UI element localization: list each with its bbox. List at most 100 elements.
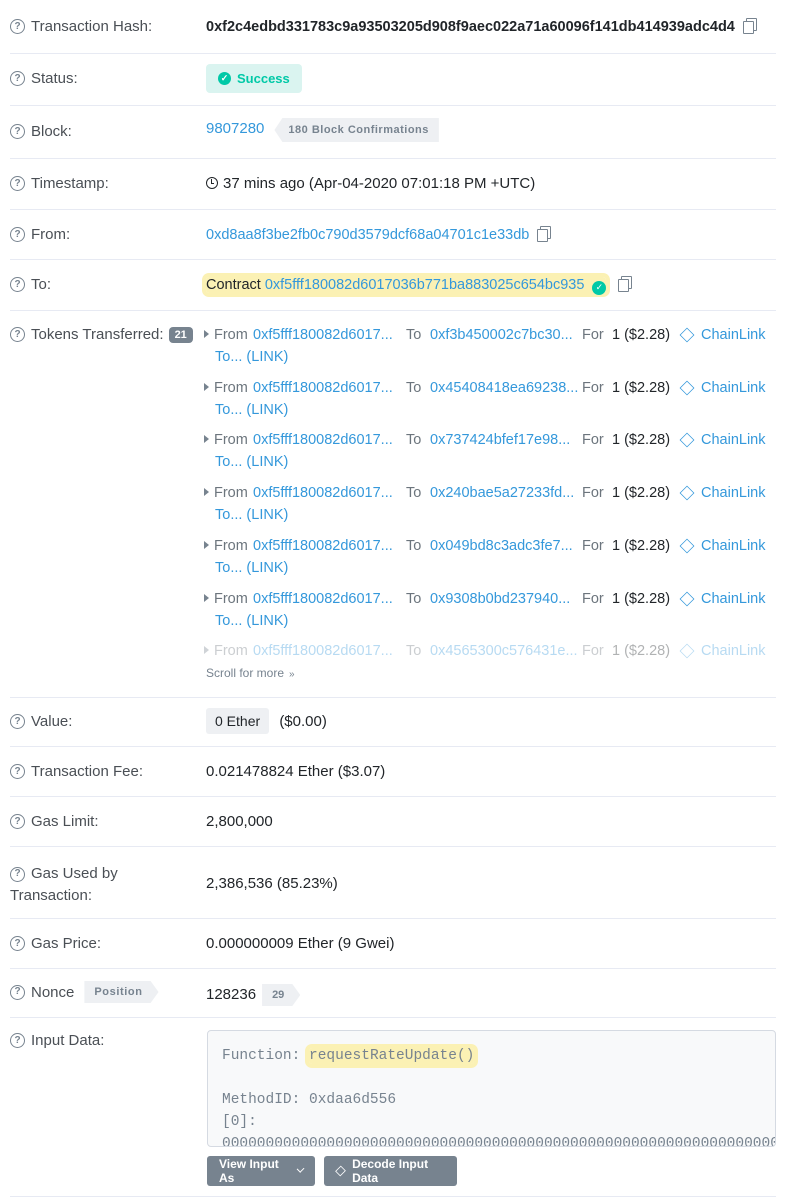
caret-right-icon[interactable]	[204, 541, 209, 549]
verified-check-icon: ✓	[592, 280, 607, 295]
input-data-textarea[interactable]: Function: requestRateUpdate() MethodID: …	[207, 1030, 776, 1147]
transfer-from-link[interactable]: 0xf5fff180082d6017...	[253, 588, 393, 610]
caret-right-icon[interactable]	[204, 435, 209, 443]
divider	[10, 259, 776, 260]
transfer-amount: 1 ($2.28)	[612, 591, 671, 607]
caret-right-icon[interactable]	[204, 488, 209, 496]
question-icon[interactable]: ?	[10, 984, 25, 1000]
block-number-link[interactable]: 9807280	[206, 120, 264, 137]
token-name-continued[interactable]: To... (LINK)	[204, 504, 776, 526]
token-name-link[interactable]: ChainLink	[701, 482, 766, 504]
for-text: For	[582, 591, 604, 607]
token-name-continued[interactable]: To... (LINK)	[204, 610, 776, 632]
status-badge: ✓ Success	[206, 64, 302, 93]
caret-right-icon[interactable]	[204, 594, 209, 602]
token-name-link[interactable]: ChainLink	[701, 377, 766, 399]
question-icon[interactable]: ?	[10, 1033, 25, 1048]
divider	[10, 968, 776, 969]
question-icon[interactable]: ?	[10, 124, 25, 139]
gas-limit-value: 2,800,000	[206, 813, 273, 830]
tx-hash-label: ? Transaction Hash:	[10, 18, 152, 35]
method-id-line: MethodID: 0xdaa6d556	[222, 1092, 397, 1108]
caret-right-icon[interactable]	[204, 383, 209, 391]
copy-icon[interactable]	[742, 18, 757, 34]
from-label: ? From:	[10, 226, 70, 243]
caret-right-icon[interactable]	[204, 646, 209, 654]
transfer-from-link[interactable]: 0xf5fff180082d6017...	[253, 640, 393, 662]
param-value: 0000000000000000000000000000000000000000…	[222, 1136, 776, 1147]
clock-icon	[206, 177, 218, 189]
token-transfer-row: From 0xf5fff180082d6017... To 0x9308b0bd237…	[204, 588, 776, 632]
question-icon[interactable]: ?	[10, 764, 25, 779]
view-input-as-button[interactable]: View Input As	[207, 1156, 315, 1186]
decode-input-data-button[interactable]: Decode Input Data	[324, 1156, 457, 1186]
transfer-to-link[interactable]: 0xf3b450002c7bc30...	[430, 324, 573, 346]
question-icon[interactable]: ?	[10, 227, 25, 242]
question-icon[interactable]: ?	[10, 714, 25, 729]
transfer-to-link[interactable]: 0x049bd8c3adc3fe7...	[430, 535, 573, 557]
token-name-continued[interactable]: To... (LINK)	[204, 557, 776, 579]
copy-icon[interactable]	[618, 276, 633, 292]
from-text: From	[214, 327, 248, 343]
tokens-transferred-label: ? Tokens Transferred: 21	[10, 326, 193, 343]
transfer-amount: 1 ($2.28)	[612, 380, 671, 396]
token-name-link[interactable]: ChainLink	[701, 429, 766, 451]
transfer-from-link[interactable]: 0xf5fff180082d6017...	[253, 377, 393, 399]
transfer-to-link[interactable]: 0x240bae5a27233fd...	[430, 482, 574, 504]
for-text: For	[582, 327, 604, 343]
token-name-continued[interactable]: To... (LINK)	[204, 451, 776, 473]
question-icon[interactable]: ?	[10, 277, 25, 292]
from-value: 0xd8aa8f3be2fb0c790d3579dcf68a04701c1e33…	[206, 226, 552, 243]
from-text: From	[214, 591, 248, 607]
token-name-link[interactable]: ChainLink	[701, 640, 766, 662]
gas-used-value: 2,386,536 (85.23%)	[206, 875, 338, 892]
function-name: requestRateUpdate()	[309, 1048, 475, 1064]
question-icon[interactable]: ?	[10, 814, 25, 829]
question-icon[interactable]: ?	[10, 19, 25, 34]
block-value: 9807280 180 Block Confirmations	[206, 118, 439, 142]
transfer-from-link[interactable]: 0xf5fff180082d6017...	[253, 324, 393, 346]
transfer-from-link[interactable]: 0xf5fff180082d6017...	[253, 429, 393, 451]
transfer-to-link[interactable]: 0x9308b0bd237940...	[430, 588, 570, 610]
transfer-to-link[interactable]: 0x45408418ea69238...	[430, 377, 578, 399]
block-label: ? Block:	[10, 123, 72, 140]
position-badge: Position	[84, 981, 158, 1003]
divider	[10, 697, 776, 698]
question-icon[interactable]: ?	[10, 176, 25, 191]
divider	[10, 846, 776, 847]
divider	[10, 746, 776, 747]
token-name-continued[interactable]: To... (LINK)	[204, 399, 776, 421]
tx-hash-value: 0xf2c4edbd331783c9a93503205d908f9aec022a…	[206, 18, 757, 35]
token-name-continued[interactable]: To... (LINK)	[204, 346, 776, 368]
question-icon[interactable]: ?	[10, 866, 25, 882]
to-text: To	[406, 485, 422, 501]
copy-icon[interactable]	[537, 226, 552, 242]
gas-limit-label: ? Gas Limit:	[10, 813, 99, 830]
chainlink-token-icon	[679, 485, 695, 501]
question-icon[interactable]: ?	[10, 327, 25, 342]
token-name-link[interactable]: ChainLink	[701, 324, 766, 346]
timestamp-label: ? Timestamp:	[10, 175, 109, 192]
double-chevron-down-icon: »	[289, 669, 295, 680]
gas-used-label: ? Gas Used by Transaction:	[10, 865, 118, 904]
to-address-link[interactable]: 0xf5fff180082d6017036b771ba883025c654bc9…	[265, 277, 585, 293]
transfer-to-link[interactable]: 0x737424bfef17e98...	[430, 429, 570, 451]
from-text: From	[214, 643, 248, 659]
value-value: 0 Ether ($0.00)	[206, 708, 327, 734]
chevron-down-icon	[296, 1165, 305, 1173]
confirmations-badge: 180 Block Confirmations	[274, 118, 439, 142]
transfer-from-link[interactable]: 0xf5fff180082d6017...	[253, 482, 393, 504]
from-address-link[interactable]: 0xd8aa8f3be2fb0c790d3579dcf68a04701c1e33…	[206, 227, 529, 243]
caret-right-icon[interactable]	[204, 330, 209, 338]
timestamp-value: 37 mins ago (Apr-04-2020 07:01:18 PM +UT…	[206, 175, 535, 192]
nonce-value: 128236 29	[206, 984, 300, 1006]
transfer-to-link[interactable]: 0x4565300c576431e...	[430, 640, 578, 662]
transfer-from-link[interactable]: 0xf5fff180082d6017...	[253, 535, 393, 557]
question-icon[interactable]: ?	[10, 71, 25, 86]
transfer-amount: 1 ($2.28)	[612, 485, 671, 501]
token-name-link[interactable]: ChainLink	[701, 588, 766, 610]
question-icon[interactable]: ?	[10, 936, 25, 951]
scroll-for-more[interactable]: Scroll for more»	[206, 666, 295, 680]
from-text: From	[214, 485, 248, 501]
token-name-link[interactable]: ChainLink	[701, 535, 766, 557]
